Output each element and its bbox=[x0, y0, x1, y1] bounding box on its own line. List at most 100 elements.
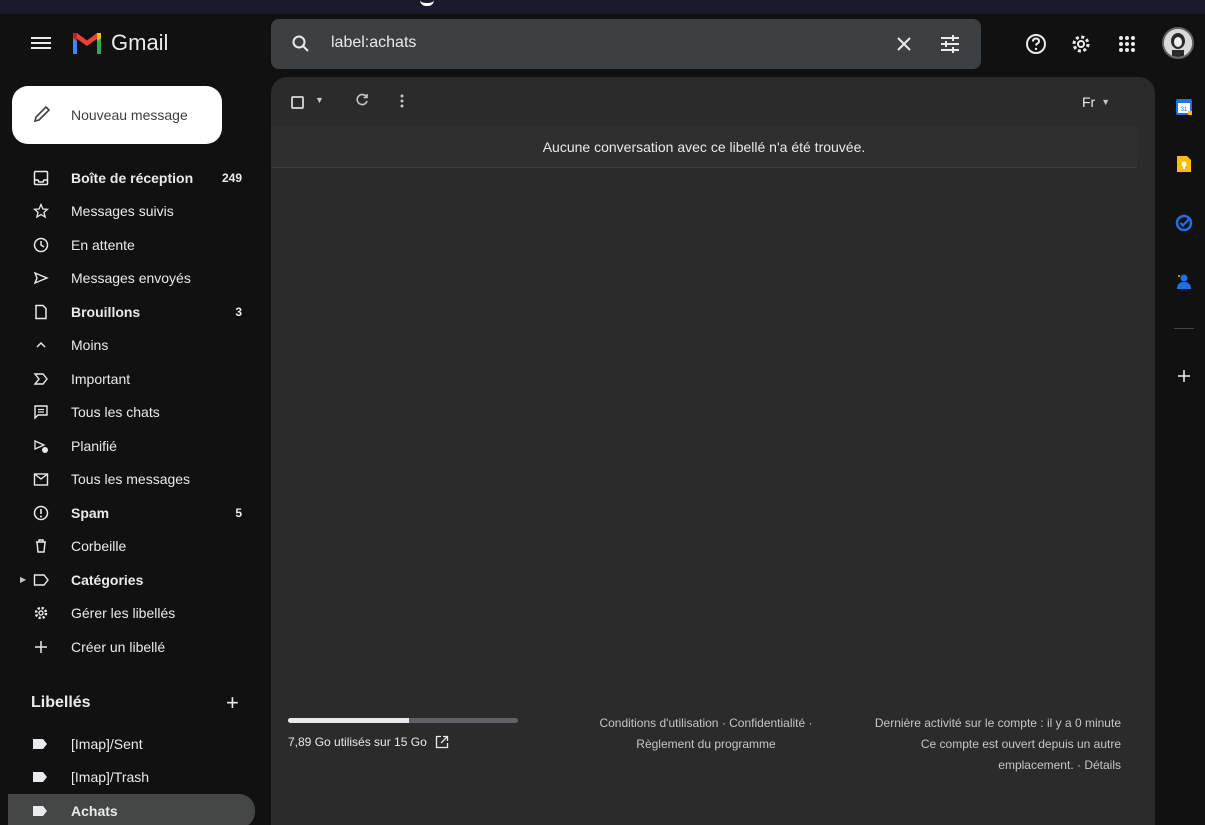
program-policy-link[interactable]: Règlement du programme bbox=[571, 734, 841, 755]
apps-grid-icon[interactable] bbox=[1115, 32, 1139, 56]
chat-icon bbox=[32, 403, 50, 421]
sidebar-item-less[interactable]: Moins bbox=[0, 329, 260, 363]
sidebar-item-trash[interactable]: Corbeille bbox=[0, 530, 260, 564]
trash-icon bbox=[32, 537, 50, 555]
spam-icon bbox=[32, 504, 50, 522]
open-external-icon[interactable] bbox=[435, 735, 449, 749]
select-all-checkbox[interactable] bbox=[291, 96, 304, 109]
top-band-fragment bbox=[420, 0, 434, 6]
sidebar-item-manage-labels[interactable]: Gérer les libellés bbox=[0, 597, 260, 631]
sidebar-item-label: Brouillons bbox=[71, 303, 141, 320]
sidebar-item-label: Gérer les libellés bbox=[71, 605, 176, 622]
labels-list: [Imap]/Sent [Imap]/Trash Achats bbox=[0, 727, 260, 825]
sidebar-item-spam[interactable]: Spam 5 bbox=[0, 496, 260, 530]
contacts-icon[interactable] bbox=[1173, 271, 1195, 293]
account-avatar[interactable] bbox=[1162, 27, 1194, 59]
clear-search-icon[interactable] bbox=[896, 36, 912, 52]
gear-glyph bbox=[1072, 35, 1090, 53]
labels-section-title: Libellés bbox=[31, 694, 91, 711]
sidebar-item-all-mail[interactable]: Tous les messages bbox=[0, 463, 260, 497]
sidebar-item-label: Tous les messages bbox=[71, 471, 191, 488]
help-icon[interactable] bbox=[1024, 32, 1048, 56]
calendar-icon[interactable]: 31 bbox=[1173, 96, 1195, 118]
get-addons-plus-icon[interactable] bbox=[1173, 365, 1195, 387]
sidebar-item-sent[interactable]: Messages envoyés bbox=[0, 262, 260, 296]
empty-state-message: Aucune conversation avec ce libellé n'a … bbox=[271, 127, 1137, 168]
tasks-icon[interactable] bbox=[1173, 212, 1195, 234]
sidebar-item-chats[interactable]: Tous les chats bbox=[0, 396, 260, 430]
sidebar-item-starred[interactable]: Messages suivis bbox=[0, 195, 260, 229]
sidebar-item-important[interactable]: Important bbox=[0, 362, 260, 396]
sidebar-item-categories[interactable]: ▶ Catégories bbox=[0, 563, 260, 597]
sidebar-item-label: Important bbox=[71, 370, 131, 387]
app-name: Gmail bbox=[111, 30, 169, 55]
tasks-glyph bbox=[1175, 214, 1193, 232]
storage-bar-fill bbox=[288, 718, 409, 723]
help-glyph bbox=[1026, 34, 1046, 54]
sidebar-item-label: Planifié bbox=[71, 437, 117, 454]
expand-caret-icon[interactable]: ▶ bbox=[20, 575, 26, 584]
apps-grid-glyph bbox=[1119, 36, 1135, 52]
draft-count: 3 bbox=[235, 304, 242, 319]
label-item-imap-sent[interactable]: [Imap]/Sent bbox=[0, 727, 260, 761]
gmail-logo[interactable]: Gmail bbox=[71, 30, 168, 56]
label-item-achats[interactable]: Achats bbox=[8, 794, 255, 825]
refresh-icon[interactable] bbox=[354, 92, 370, 108]
search-input[interactable] bbox=[331, 34, 871, 52]
scheduled-icon bbox=[32, 437, 50, 455]
select-options-caret-icon[interactable]: ▼ bbox=[315, 95, 324, 105]
compose-button[interactable]: Nouveau message bbox=[12, 86, 222, 144]
sidebar-item-snoozed[interactable]: En attente bbox=[0, 228, 260, 262]
plus-icon bbox=[32, 638, 50, 656]
sidebar-item-label: Corbeille bbox=[71, 538, 127, 555]
sidebar-item-scheduled[interactable]: Planifié bbox=[0, 429, 260, 463]
keep-glyph bbox=[1177, 156, 1191, 172]
more-options-icon[interactable] bbox=[398, 92, 406, 110]
input-language-selector[interactable]: Fr ▼ bbox=[1082, 94, 1110, 110]
label-tag-icon bbox=[33, 772, 47, 783]
sidebar-item-inbox[interactable]: Boîte de réception 249 bbox=[0, 161, 260, 195]
add-label-plus-icon[interactable]: + bbox=[226, 690, 239, 716]
label-tag-icon bbox=[33, 805, 47, 816]
mail-toolbar: ▼ Fr ▼ bbox=[271, 77, 1155, 127]
sidebar-item-label: Créer un libellé bbox=[71, 638, 166, 655]
label-name: [Imap]/Sent bbox=[71, 735, 143, 752]
keep-icon[interactable] bbox=[1173, 153, 1195, 175]
inbox-icon bbox=[32, 169, 50, 187]
sidebar-item-label: Catégories bbox=[71, 571, 144, 588]
search-bar[interactable] bbox=[271, 19, 981, 69]
main-panel: ▼ Fr ▼ Aucune conversation avec ce libel… bbox=[271, 77, 1155, 825]
sidebar-item-create-label[interactable]: Créer un libellé bbox=[0, 630, 260, 664]
top-band bbox=[0, 0, 1205, 14]
rail-divider bbox=[1174, 328, 1194, 329]
main-menu-button[interactable] bbox=[31, 34, 51, 54]
sidebar-item-label: Moins bbox=[71, 337, 109, 354]
search-options-icon[interactable] bbox=[939, 34, 961, 54]
account-activity: Dernière activité sur le compte : il y a… bbox=[831, 713, 1121, 776]
sidebar-item-drafts[interactable]: Brouillons 3 bbox=[0, 295, 260, 329]
activity-details-link[interactable]: emplacement. · Détails bbox=[831, 755, 1121, 776]
all-mail-icon bbox=[32, 470, 50, 488]
chevron-up-icon bbox=[32, 336, 50, 354]
plus-glyph bbox=[1178, 370, 1190, 382]
sidebar-nav: Boîte de réception 249 Messages suivis E… bbox=[0, 161, 260, 664]
calendar-glyph: 31 bbox=[1176, 99, 1192, 115]
storage-usage: 7,89 Go utilisés sur 15 Go bbox=[288, 718, 518, 749]
chevron-down-icon: ▼ bbox=[1101, 97, 1111, 107]
sidebar-item-label: Spam bbox=[71, 504, 110, 521]
activity-location-text: Ce compte est ouvert depuis un autre bbox=[920, 737, 1121, 751]
settings-gear-icon[interactable] bbox=[1069, 32, 1093, 56]
menu-icon-bar bbox=[31, 47, 51, 49]
sidebar-item-label: Messages suivis bbox=[71, 203, 174, 220]
draft-icon bbox=[32, 303, 50, 321]
label-item-imap-trash[interactable]: [Imap]/Trash bbox=[0, 761, 260, 795]
search-icon[interactable] bbox=[291, 34, 311, 54]
svg-text:31: 31 bbox=[1181, 107, 1188, 113]
star-icon bbox=[32, 202, 50, 220]
pencil-icon bbox=[33, 105, 51, 123]
terms-links[interactable]: Conditions d'utilisation · Confidentiali… bbox=[571, 713, 841, 734]
menu-icon-bar bbox=[31, 42, 51, 44]
last-activity-text: Dernière activité sur le compte : il y a… bbox=[874, 716, 1121, 730]
gmail-m-icon bbox=[73, 33, 101, 54]
sidebar-item-label: Tous les chats bbox=[71, 404, 160, 421]
